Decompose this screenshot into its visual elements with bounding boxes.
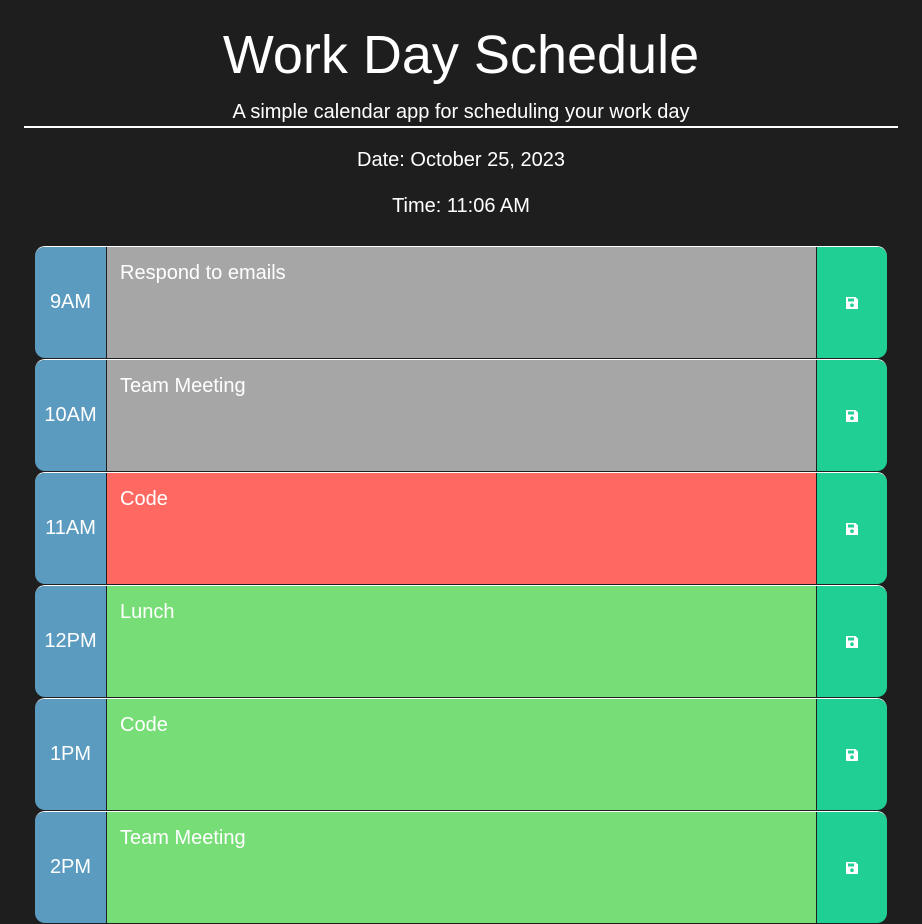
event-description[interactable]: Respond to emails	[106, 247, 817, 358]
save-button[interactable]	[817, 812, 887, 923]
hour-label: 10AM	[35, 360, 106, 471]
time-block-1pm: 1PM Code	[35, 698, 887, 810]
hour-label: 12PM	[35, 586, 106, 697]
hour-label: 2PM	[35, 812, 106, 923]
hour-label: 11AM	[35, 473, 106, 584]
save-button[interactable]	[817, 586, 887, 697]
save-button[interactable]	[817, 360, 887, 471]
event-description[interactable]: Team Meeting	[106, 812, 817, 923]
event-description[interactable]: Team Meeting	[106, 360, 817, 471]
schedule: 9AM Respond to emails 10AM Team Meeting …	[35, 246, 887, 924]
time-block-12pm: 12PM Lunch	[35, 585, 887, 697]
time-block-2pm: 2PM Team Meeting	[35, 811, 887, 923]
time-block-10am: 10AM Team Meeting	[35, 359, 887, 471]
time-block-9am: 9AM Respond to emails	[35, 246, 887, 358]
current-date: Date: October 25, 2023	[357, 149, 565, 171]
header-divider	[24, 126, 898, 128]
save-button[interactable]	[817, 699, 887, 810]
hour-label: 9AM	[35, 247, 106, 358]
floppy-disk-icon	[845, 635, 859, 649]
save-button[interactable]	[817, 247, 887, 358]
time-block-11am: 11AM Code	[35, 472, 887, 584]
hour-label: 1PM	[35, 699, 106, 810]
floppy-disk-icon	[845, 522, 859, 536]
event-description[interactable]: Code	[106, 699, 817, 810]
current-time: Time: 11:06 AM	[392, 195, 530, 217]
floppy-disk-icon	[845, 861, 859, 875]
floppy-disk-icon	[845, 409, 859, 423]
floppy-disk-icon	[845, 296, 859, 310]
event-description[interactable]: Code	[106, 473, 817, 584]
page-title: Work Day Schedule	[222, 25, 700, 85]
floppy-disk-icon	[845, 748, 859, 762]
event-description[interactable]: Lunch	[106, 586, 817, 697]
save-button[interactable]	[817, 473, 887, 584]
header: Work Day Schedule A simple calendar app …	[0, 0, 922, 218]
page-subtitle: A simple calendar app for scheduling you…	[232, 101, 690, 123]
